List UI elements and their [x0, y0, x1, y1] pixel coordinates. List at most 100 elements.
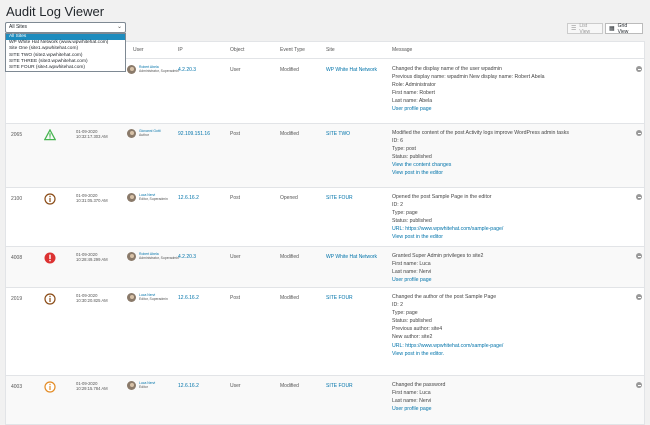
event-type: Modified: [280, 67, 299, 73]
message-link[interactable]: View the content changes: [392, 161, 627, 169]
message-line: Role: Administrator: [392, 82, 436, 89]
message-line: Granted Super Admin privileges to site2: [392, 253, 484, 259]
event-id: 2065: [11, 132, 23, 138]
site-link[interactable]: SITE FOUR: [326, 295, 353, 301]
avatar: [127, 65, 136, 74]
table-row: 4008 01-09-2020 10:28:49.299 AM Robert Abel…: [6, 247, 644, 288]
ip-link[interactable]: 12.6.16.2: [178, 383, 199, 389]
grid-view-button[interactable]: ▦ Grid View: [605, 22, 643, 35]
list-view-button[interactable]: ☰ List View: [567, 22, 603, 35]
table-row: 2100 01-09-2020 10:31:05.370 AM Luca Nervi E…: [6, 188, 644, 247]
user-role: Editor, Superadmin: [139, 297, 168, 302]
site-link[interactable]: SITE FOUR: [326, 383, 353, 389]
site-filter-selected: All Sites: [9, 24, 28, 30]
object-type: User: [230, 67, 241, 73]
column-header-event-type: Event Type: [280, 47, 305, 53]
message-link[interactable]: URL: https://www.wpwhitehat.com/sample-p…: [392, 225, 627, 233]
site-filter-options: All Sites WP White Hat Network (www.wpwhi…: [5, 33, 126, 73]
site-link[interactable]: SITE FOUR: [326, 195, 353, 201]
message-line: Opened the post Sample Page in the edito…: [392, 194, 492, 200]
list-view-label: List View: [579, 22, 591, 35]
avatar: [127, 293, 136, 302]
event-message: Granted Super Admin privileges to site2 F…: [392, 252, 627, 284]
event-message: Changed the password First name: Luca Last…: [392, 381, 627, 413]
event-message: Changed the display name of the user wpa…: [392, 65, 627, 114]
event-message: Opened the post Sample Page in the edito…: [392, 193, 627, 242]
message-line: Type: page: [392, 310, 418, 317]
event-id: 4008: [11, 255, 23, 261]
message-link[interactable]: View post in the editor: [392, 233, 627, 241]
message-line: Last name: Nervi: [392, 269, 432, 276]
ip-link[interactable]: 92.109.151.16: [178, 131, 210, 137]
more-options-icon[interactable]: [636, 194, 642, 200]
info-icon: [44, 192, 56, 205]
site-filter-dropdown[interactable]: All Sites ⌄ All Sites WP White Hat Networ…: [5, 22, 126, 73]
object-type: User: [230, 383, 241, 389]
more-options-icon[interactable]: [636, 253, 642, 259]
message-link[interactable]: User profile page: [392, 405, 627, 413]
site-link[interactable]: WP White Hat Network: [326, 254, 377, 260]
info-icon: [44, 292, 56, 305]
message-line: Changed the author of the post Sample Pa…: [392, 294, 497, 300]
grid-icon: ▦: [609, 26, 615, 32]
more-options-icon[interactable]: [636, 130, 642, 136]
more-options-icon[interactable]: [636, 294, 642, 300]
critical-icon: [44, 251, 56, 264]
message-line: Status: published: [392, 318, 432, 325]
message-line: Type: page: [392, 210, 418, 217]
message-line: ID: 2: [392, 302, 403, 309]
column-header-user: User: [133, 47, 144, 53]
event-type: Modified: [280, 295, 299, 301]
avatar: [127, 252, 136, 261]
site-link[interactable]: SITE TWO: [326, 131, 350, 137]
grid-view-label: Grid View: [617, 22, 629, 35]
event-id: 4003: [11, 384, 23, 390]
object-type: Post: [230, 131, 241, 137]
column-header-object: Object: [230, 47, 245, 53]
more-options-icon[interactable]: [636, 66, 642, 72]
message-link[interactable]: URL: https://www.wpwhitehat.com/sample-p…: [392, 342, 627, 350]
event-id: 2100: [11, 196, 23, 202]
column-header-message: Message: [392, 47, 413, 53]
event-datetime: 01-09-2020 10:31:05.370 AM: [76, 193, 108, 203]
ip-link[interactable]: 4.2.20.3: [178, 254, 196, 260]
message-line: Status: published: [392, 218, 432, 225]
message-line: Modified the content of the post Activit…: [392, 130, 569, 136]
object-type: User: [230, 254, 241, 260]
ip-link[interactable]: 4.2.20.3: [178, 67, 196, 73]
event-type: Modified: [280, 131, 299, 137]
user-role: Editor, Superadmin: [139, 197, 168, 202]
event-time: 10:29:15.784 AM: [76, 386, 108, 392]
user-role: Editor: [139, 385, 148, 390]
user-role: Administrator, Superadmin: [139, 256, 179, 261]
table-row: 2019 01-09-2020 10:30:20.825 AM Luca Nervi E…: [6, 288, 644, 376]
event-type: Modified: [280, 254, 299, 260]
column-header-ip: IP: [178, 47, 183, 53]
message-line: First name: Robert: [392, 90, 435, 97]
message-link[interactable]: User profile page: [392, 105, 627, 113]
ip-link[interactable]: 12.6.16.2: [178, 195, 199, 201]
table-row: 2065 01-09-2020 10:32:17.303 AM Giovanni Go…: [6, 124, 644, 188]
chevron-down-icon: ⌄: [116, 24, 122, 30]
event-datetime: 01-09-2020 10:32:17.303 AM: [76, 129, 108, 139]
event-time: 10:32:17.303 AM: [76, 134, 108, 140]
table-row: 4003 01-09-2020 10:29:15.784 AM Luca Nervi E…: [6, 376, 644, 424]
user-info: Robert Abela Administrator, Superadmin: [139, 252, 179, 260]
more-options-icon[interactable]: [636, 382, 642, 388]
site-filter-option[interactable]: SITE FOUR (site4.wpwhitehat.com): [6, 65, 125, 71]
event-time: 10:31:05.370 AM: [76, 198, 108, 204]
list-icon: ☰: [571, 26, 577, 32]
message-link[interactable]: View post in the editor.: [392, 350, 627, 358]
user-role: Administrator, Superadmin: [139, 69, 179, 74]
audit-log-table: User IP Object Event Type Site Message R…: [5, 41, 645, 425]
message-line: ID: 6: [392, 138, 403, 145]
page-title: Audit Log Viewer: [6, 4, 105, 19]
object-type: Post: [230, 195, 241, 201]
site-link[interactable]: WP White Hat Network: [326, 67, 377, 73]
message-link[interactable]: View post in the editor: [392, 169, 627, 177]
user-info: Luca Nervi Editor: [139, 381, 155, 389]
column-header-site: Site: [326, 47, 335, 53]
site-filter-select[interactable]: All Sites ⌄: [5, 22, 126, 33]
message-link[interactable]: User profile page: [392, 276, 627, 284]
ip-link[interactable]: 12.6.16.2: [178, 295, 199, 301]
